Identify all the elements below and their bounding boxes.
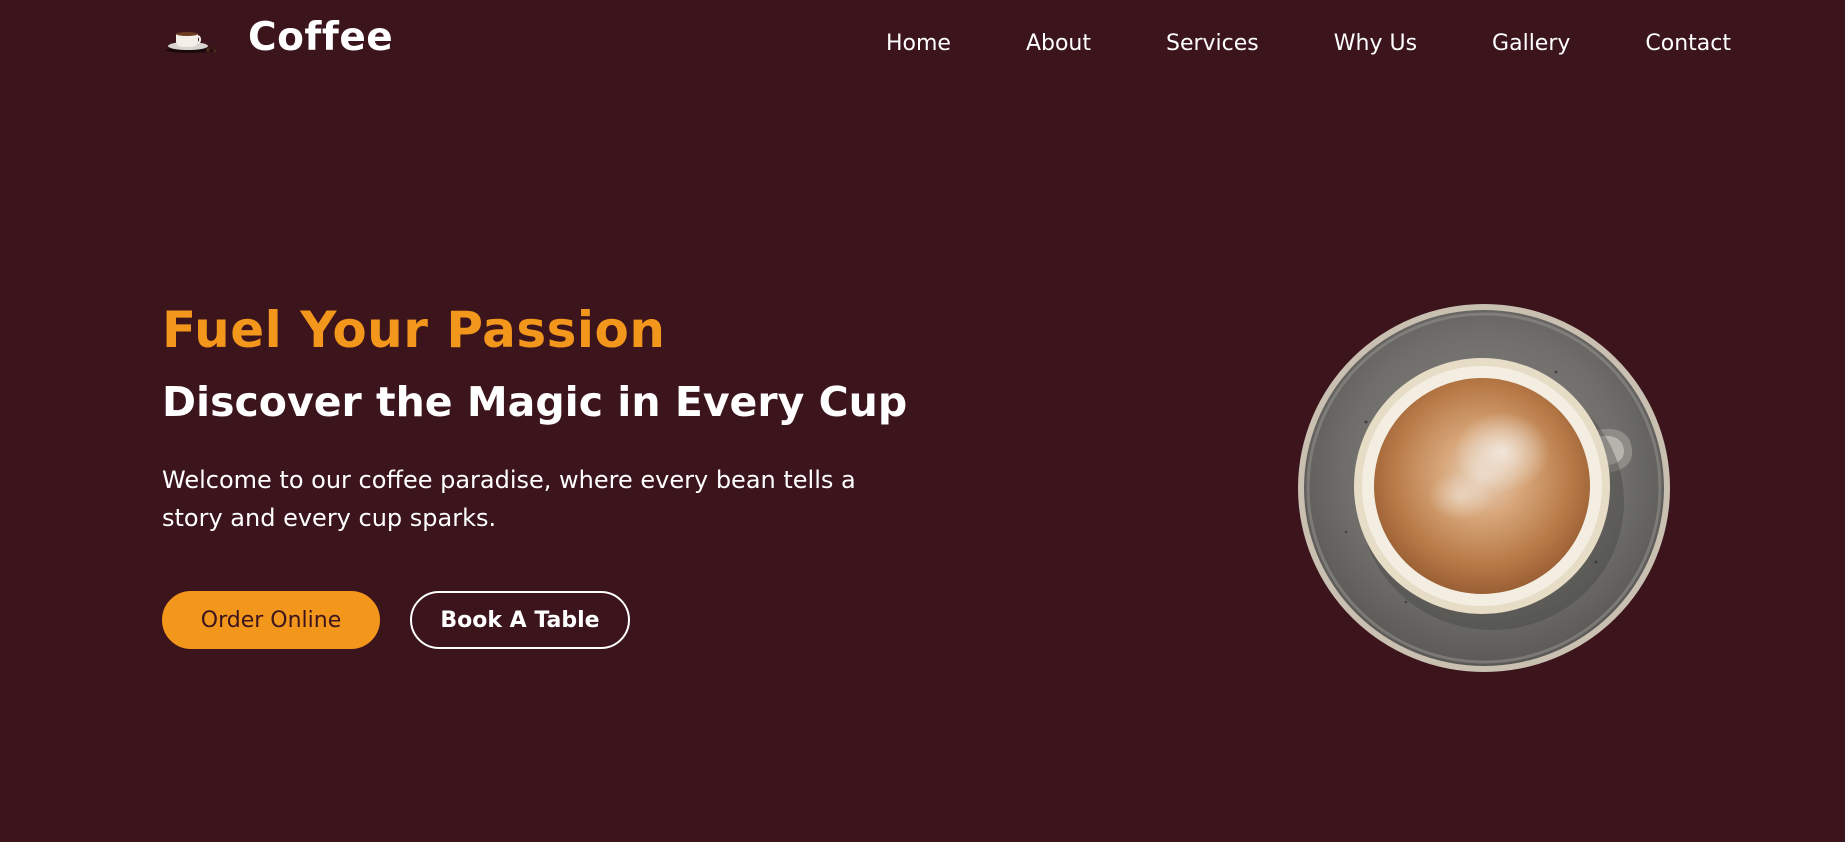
nav-link-contact[interactable]: Contact bbox=[1570, 28, 1731, 60]
main-nav: Home About Services Why Us Gallery Conta… bbox=[886, 28, 1731, 60]
hero-section: Fuel Your Passion Discover the Magic in … bbox=[162, 300, 922, 650]
hero-description: Welcome to our coffee paradise, where ev… bbox=[162, 466, 856, 533]
book-table-button[interactable]: Book A Table bbox=[410, 591, 630, 650]
nav-link-about[interactable]: About bbox=[951, 28, 1091, 60]
order-online-button[interactable]: Order Online bbox=[162, 591, 380, 650]
hero-title: Fuel Your Passion bbox=[162, 301, 666, 359]
coffee-cup-image bbox=[1298, 304, 1670, 672]
nav-link-gallery[interactable]: Gallery bbox=[1417, 28, 1570, 60]
hero-subtitle: Discover the Magic in Every Cup bbox=[162, 378, 908, 426]
nav-link-home[interactable]: Home bbox=[886, 28, 951, 60]
site-header: Coffee Home About Services Why Us Galler… bbox=[0, 0, 1845, 90]
brand-name: Coffee bbox=[248, 15, 394, 60]
hero-buttons: Order Online Book A Table bbox=[162, 591, 922, 650]
nav-link-why-us[interactable]: Why Us bbox=[1259, 28, 1417, 60]
nav-link-services[interactable]: Services bbox=[1091, 28, 1259, 60]
coffee-cup-logo-icon bbox=[166, 31, 217, 53]
brand-link[interactable]: Coffee bbox=[162, 18, 393, 57]
